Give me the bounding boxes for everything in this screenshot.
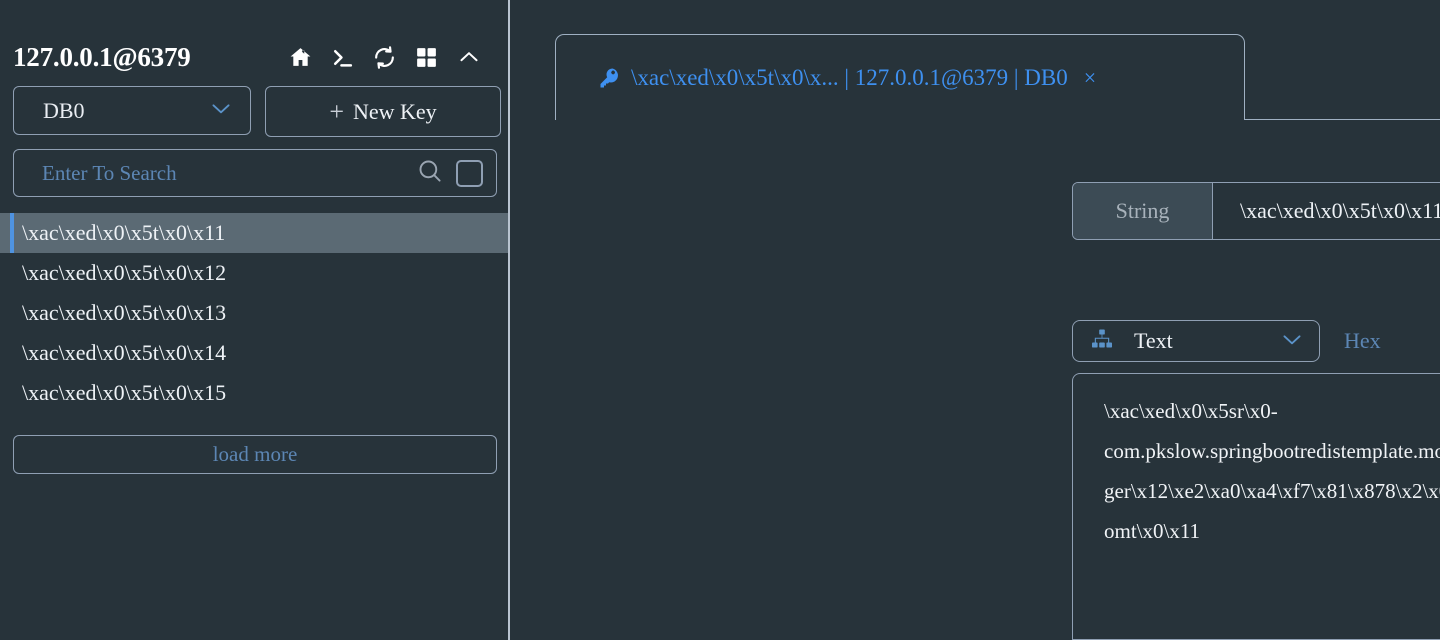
key-label: \xac\xed\x0\x5t\x0\x12 (22, 260, 226, 286)
db-select[interactable]: DB0 (13, 86, 251, 135)
key-list: \xac\xed\x0\x5t\x0\x11 \xac\xed\x0\x5t\x… (0, 213, 510, 413)
view-format-value: Text (1134, 328, 1259, 354)
key-name-field[interactable]: \xac\xed\x0\x5t\x0\x11 (1213, 183, 1440, 239)
key-type-badge: String (1073, 183, 1213, 239)
search-bar (13, 149, 497, 197)
list-item[interactable]: \xac\xed\x0\x5t\x0\x15 (0, 373, 510, 413)
list-item[interactable]: \xac\xed\x0\x5t\x0\x14 (0, 333, 510, 373)
plus-icon: + (329, 99, 344, 125)
list-item[interactable]: \xac\xed\x0\x5t\x0\x11 (0, 213, 510, 253)
new-key-label: New Key (353, 99, 437, 125)
tab-active-key[interactable]: \xac\xed\x0\x5t\x0\x... | 127.0.0.1@6379… (555, 34, 1245, 120)
terminal-icon[interactable] (330, 45, 355, 70)
hex-toggle-link[interactable]: Hex (1344, 328, 1381, 354)
list-item[interactable]: \xac\xed\x0\x5t\x0\x12 (0, 253, 510, 293)
view-format-select[interactable]: Text (1072, 320, 1320, 362)
search-icon[interactable] (416, 157, 443, 189)
sidebar-header: 127.0.0.1@6379 (0, 0, 510, 78)
chevron-down-icon (208, 95, 234, 126)
view-format-row: Text Hex (1072, 320, 1381, 362)
tab-label: \xac\xed\x0\x5t\x0\x... | 127.0.0.1@6379… (631, 65, 1068, 91)
load-more-button[interactable]: load more (13, 435, 497, 474)
value-content-box[interactable]: \xac\xed\x0\x5sr\x0- com.pkslow.springbo… (1072, 373, 1440, 640)
key-label: \xac\xed\x0\x5t\x0\x11 (22, 220, 225, 246)
new-key-button[interactable]: + New Key (265, 86, 501, 137)
chevron-down-icon (1279, 326, 1305, 357)
connection-title: 127.0.0.1@6379 (13, 44, 191, 71)
search-input[interactable] (42, 161, 416, 186)
sidebar: 127.0.0.1@6379 (0, 0, 510, 640)
sidebar-header-icon-row (288, 44, 482, 70)
select-all-checkbox[interactable] (456, 160, 483, 187)
close-icon[interactable]: × (1084, 67, 1096, 89)
key-label: \xac\xed\x0\x5t\x0\x13 (22, 300, 226, 326)
list-item[interactable]: \xac\xed\x0\x5t\x0\x13 (0, 293, 510, 333)
key-icon (598, 66, 622, 90)
main-panel: \xac\xed\x0\x5t\x0\x... | 127.0.0.1@6379… (510, 0, 1440, 640)
redis-client-window: 127.0.0.1@6379 (0, 0, 1440, 640)
grid-icon[interactable] (414, 45, 439, 70)
search-actions (416, 157, 483, 189)
refresh-icon[interactable] (372, 45, 397, 70)
key-meta-row: String \xac\xed\x0\x5t\x0\x11 TTL -1 (510, 182, 1440, 240)
key-type-and-name-group: String \xac\xed\x0\x5t\x0\x11 (1072, 182, 1440, 240)
tab-strip: \xac\xed\x0\x5t\x0\x... | 127.0.0.1@6379… (555, 34, 1440, 120)
chevron-up-icon[interactable] (456, 44, 482, 70)
tab-strip-underline (1245, 119, 1440, 120)
key-label: \xac\xed\x0\x5t\x0\x15 (22, 380, 226, 406)
home-icon[interactable] (288, 45, 313, 70)
sidebar-controls: DB0 + New Key (0, 86, 510, 137)
sitemap-icon (1090, 327, 1114, 356)
db-select-value: DB0 (43, 98, 85, 124)
key-name-value: \xac\xed\x0\x5t\x0\x11 (1240, 198, 1440, 224)
value-content-text: \xac\xed\x0\x5sr\x0- com.pkslow.springbo… (1104, 391, 1440, 551)
key-label: \xac\xed\x0\x5t\x0\x14 (22, 340, 226, 366)
